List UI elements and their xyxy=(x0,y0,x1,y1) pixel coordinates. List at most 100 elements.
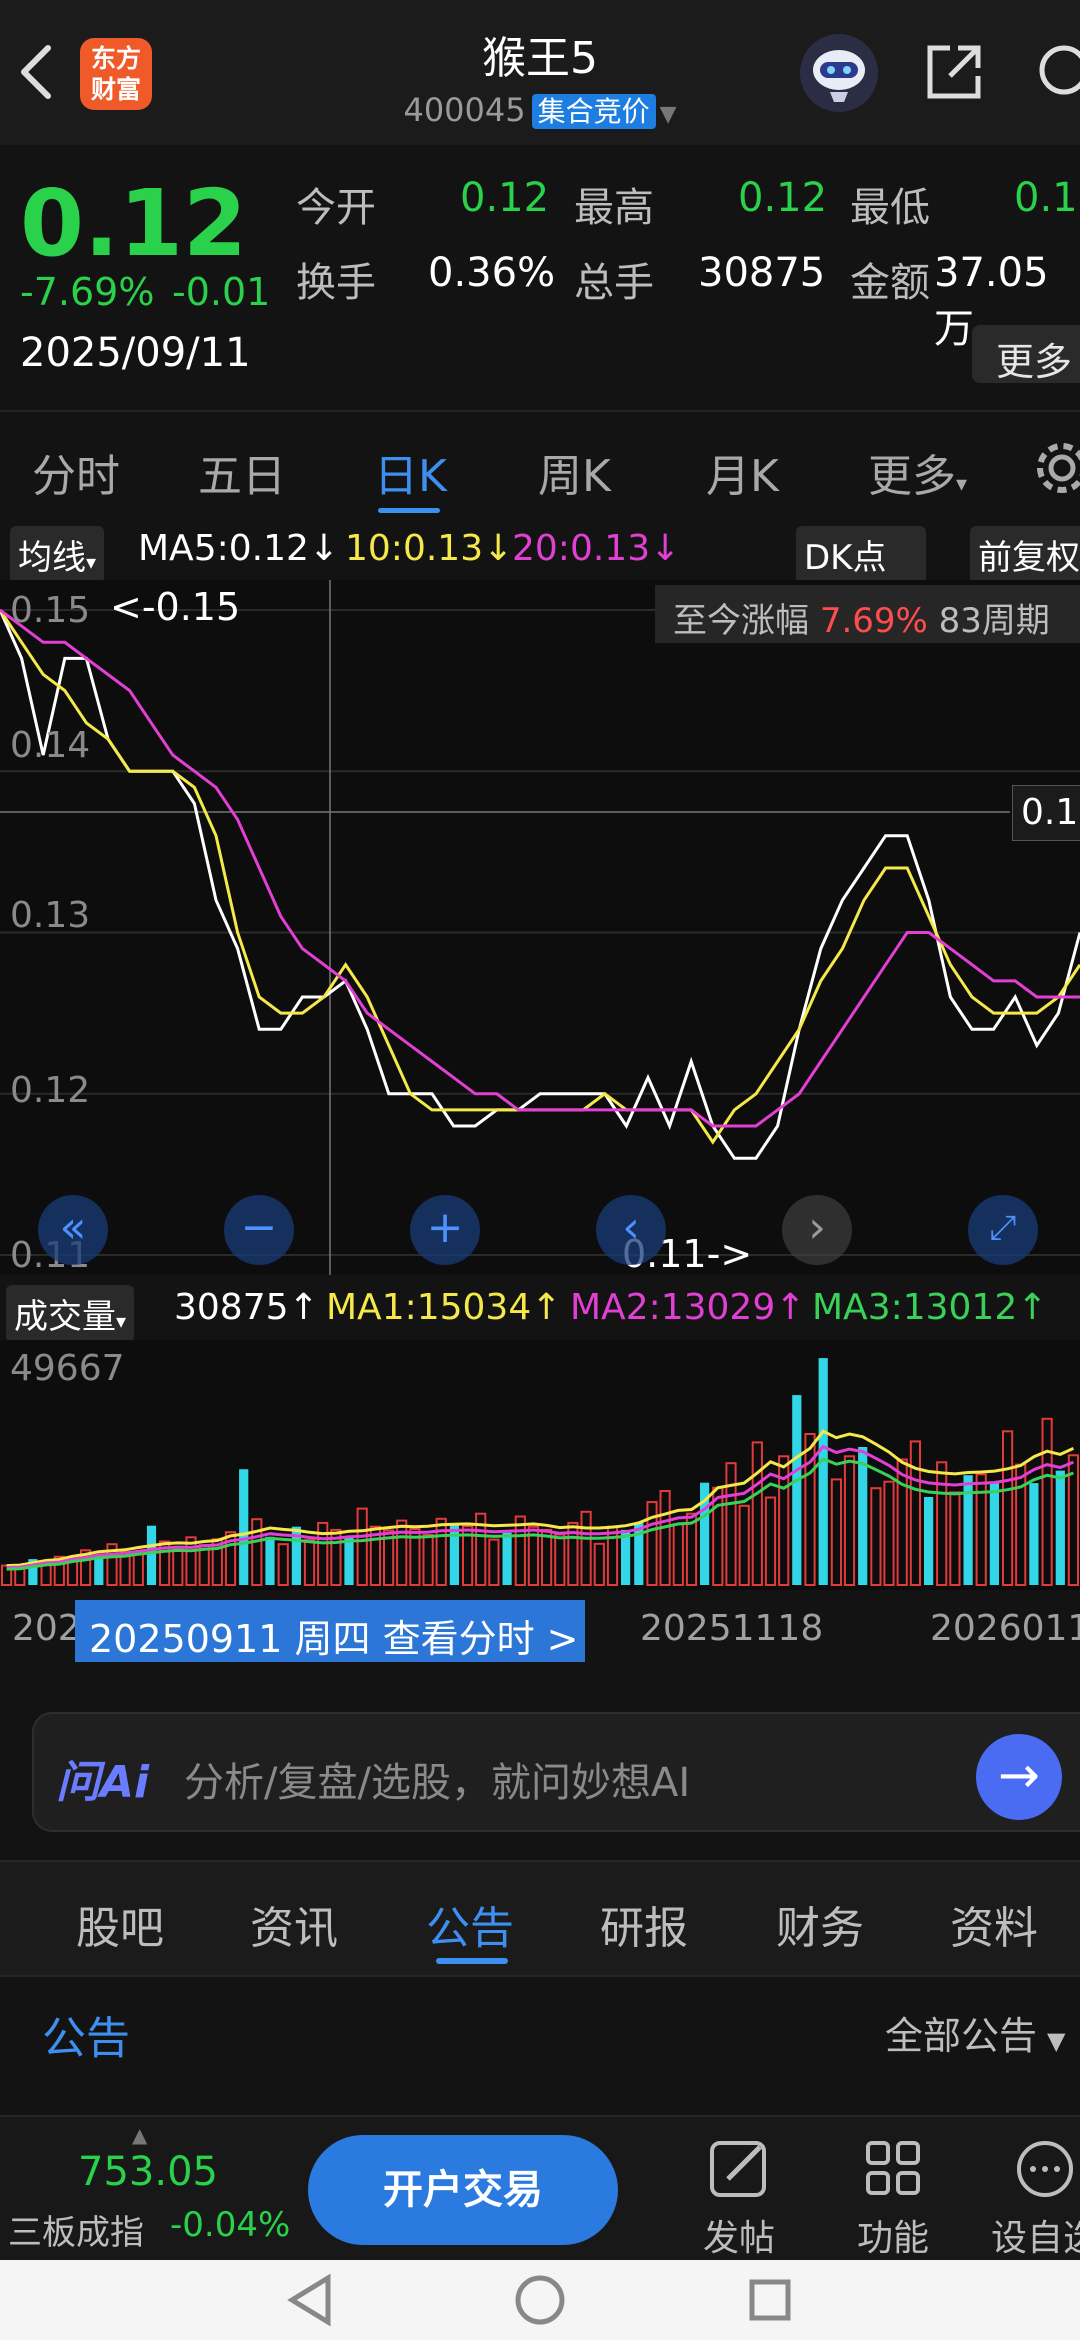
tab-profile[interactable]: 资料 xyxy=(950,1892,1038,1956)
volume-bar xyxy=(488,1538,500,1587)
volume-bar xyxy=(554,1533,566,1586)
scroll-left-button[interactable]: ‹ xyxy=(596,1195,666,1265)
volume-bar xyxy=(764,1496,777,1586)
volume-bar xyxy=(502,1532,512,1585)
volume-bar xyxy=(66,1559,79,1586)
change-percent: -7.69% xyxy=(20,270,155,314)
tab-forum[interactable]: 股吧 xyxy=(76,1892,164,1956)
volume-bar xyxy=(712,1486,724,1586)
tab-more-label: 更多 xyxy=(868,451,956,502)
post-button[interactable]: 发帖 xyxy=(684,2135,794,2259)
stock-code-row[interactable]: 400045 集合竞价 ▼ xyxy=(0,90,1080,130)
volume-ma3-line xyxy=(6,1457,1074,1571)
volume-bar xyxy=(1029,1483,1039,1585)
system-home-icon[interactable] xyxy=(510,2270,570,2330)
scroll-right-button[interactable]: › xyxy=(782,1195,852,1265)
zoom-in-button[interactable]: + xyxy=(410,1195,480,1265)
kline-chart[interactable]: 0.15 0.14 0.13 0.12 0.11 <-0.15 0.11-> 至… xyxy=(0,580,1080,1276)
volume-bar xyxy=(738,1504,750,1586)
active-info-tab-indicator xyxy=(436,1958,508,1964)
high-value: 0.12 xyxy=(738,175,828,221)
index-name[interactable]: 三板成指 xyxy=(8,2205,144,2254)
adjust-selector[interactable]: 前复权 xyxy=(970,526,1080,583)
tab-more[interactable]: 更多▾ xyxy=(868,440,967,504)
system-back-icon[interactable] xyxy=(280,2270,340,2330)
post-label: 发帖 xyxy=(702,2218,775,2259)
date-label-mid: 20251118 xyxy=(640,1608,824,1649)
volume-bar xyxy=(593,1542,605,1587)
volume-bar xyxy=(344,1537,354,1585)
ma5-value: MA5:0.12↓ xyxy=(138,528,340,569)
add-watchlist-button[interactable]: 设自选 xyxy=(990,2135,1080,2259)
search-icon[interactable] xyxy=(1030,40,1080,104)
tab-weekly-k[interactable]: 周K xyxy=(538,440,611,504)
view-intraday-link[interactable]: 20250911 周四 查看分时 > xyxy=(75,1600,585,1662)
tab-five-day[interactable]: 五日 xyxy=(198,440,286,504)
volume-bar xyxy=(396,1519,408,1587)
tab-intraday[interactable]: 分时 xyxy=(32,440,120,504)
volume-bar xyxy=(949,1491,961,1586)
volume-bar xyxy=(818,1358,828,1585)
share-icon[interactable] xyxy=(922,40,986,104)
tab-news[interactable]: 资讯 xyxy=(250,1892,338,1956)
date-label-end: 2026011 xyxy=(930,1608,1080,1649)
open-label: 今开 xyxy=(296,185,376,231)
volume-bar xyxy=(277,1543,289,1586)
open-value: 0.12 xyxy=(460,175,550,221)
volume-bar xyxy=(303,1539,316,1587)
system-recents-icon[interactable] xyxy=(740,2270,800,2330)
volume-indicator-selector[interactable]: 成交量▾ xyxy=(6,1285,135,1342)
announcement-filter[interactable]: 全部公告 ▼ xyxy=(885,2005,1065,2060)
volume-bar xyxy=(924,1497,934,1585)
arrow-right-icon[interactable]: → xyxy=(976,1734,1062,1820)
vol-ma1: MA1:15034↑ xyxy=(326,1287,562,1328)
date-axis: 202 20250911 周四 查看分时 > 20251118 2026011 xyxy=(0,1590,1080,1680)
auction-badge: 集合竞价 xyxy=(531,94,656,129)
amount-label: 金额 xyxy=(850,260,930,306)
indicator-selector[interactable]: 均线▾ xyxy=(10,526,105,583)
active-tab-indicator xyxy=(378,508,440,513)
tab-announcements[interactable]: 公告 xyxy=(426,1892,514,1956)
volume-value: 30875 xyxy=(698,250,826,296)
volume-bar xyxy=(1002,1430,1014,1586)
volume-bar xyxy=(646,1501,658,1587)
index-value[interactable]: 753.05 xyxy=(78,2149,218,2195)
volume-label: 总手 xyxy=(574,260,654,306)
volume-bar xyxy=(751,1441,763,1587)
low-value: 0.12 xyxy=(1014,175,1080,221)
volume-chart[interactable]: 49667 xyxy=(0,1340,1080,1590)
function-label: 功能 xyxy=(856,2218,929,2259)
volume-value: 30875↑ xyxy=(174,1287,319,1328)
tab-daily-k[interactable]: 日K xyxy=(374,440,447,504)
date-label-start: 202 xyxy=(12,1608,81,1649)
ma-indicator-bar: 均线▾ MA5:0.12↓ 10:0.13↓ 20:0.13↓ DK点 前复权 xyxy=(0,520,1080,583)
tab-monthly-k[interactable]: 月K xyxy=(706,440,779,504)
dk-point-button[interactable]: DK点 xyxy=(796,526,926,583)
fullscreen-button[interactable]: ⤢ xyxy=(968,1195,1038,1265)
ai-input-placeholder[interactable]: 分析/复盘/选股，就问妙想AI xyxy=(184,1750,690,1808)
tab-finance[interactable]: 财务 xyxy=(776,1892,864,1956)
volume-bar xyxy=(1041,1417,1053,1586)
high-label: 最高 xyxy=(574,185,654,231)
volume-bar xyxy=(659,1490,671,1586)
ai-robot-icon[interactable] xyxy=(800,34,878,112)
volume-indicator-bar: 成交量▾ 30875↑ MA1:15034↑ MA2:13029↑ MA3:13… xyxy=(0,1275,1080,1342)
volume-max-label: 49667 xyxy=(10,1348,125,1389)
settings-gear-icon[interactable] xyxy=(1032,438,1080,498)
ai-search-bar[interactable]: 问Ai 分析/复盘/选股，就问妙想AI → xyxy=(32,1712,1080,1832)
volume-bar xyxy=(672,1523,684,1587)
info-tabs: 股吧 资讯 公告 研报 财务 资料 xyxy=(0,1860,1080,1975)
caret-up-icon: ▲ xyxy=(132,2123,148,2147)
volume-bar xyxy=(1015,1463,1027,1586)
y-tick-0-13: 0.13 xyxy=(10,895,91,936)
function-button[interactable]: 功能 xyxy=(838,2135,948,2259)
volume-plot xyxy=(1,1358,1080,1587)
zoom-out-button[interactable]: − xyxy=(224,1195,294,1265)
open-account-trade-button[interactable]: 开户交易 xyxy=(308,2135,618,2245)
scroll-left-fast-button[interactable]: « xyxy=(38,1195,108,1265)
tab-research[interactable]: 研报 xyxy=(600,1892,688,1956)
turnover-label: 换手 xyxy=(296,260,376,306)
more-button[interactable]: 更多 xyxy=(972,325,1080,384)
series-line-10 xyxy=(0,609,1080,1145)
volume-bar xyxy=(422,1534,434,1586)
